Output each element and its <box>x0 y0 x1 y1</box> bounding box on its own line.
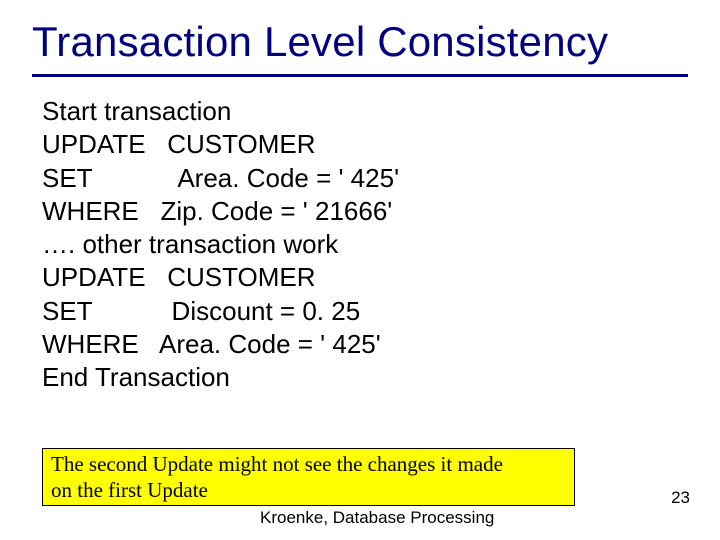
code-line: Start transaction <box>42 95 720 128</box>
code-block: Start transaction UPDATE CUSTOMER SET Ar… <box>0 95 720 394</box>
highlight-text-line: The second Update might not see the chan… <box>51 451 566 477</box>
code-line: SET Discount = 0. 25 <box>42 295 720 328</box>
code-line: WHERE Zip. Code = ' 21666' <box>42 195 720 228</box>
footer-citation: Kroenke, Database Processing <box>260 508 494 528</box>
highlight-text-line: on the first Update <box>51 477 566 503</box>
code-line: UPDATE CUSTOMER <box>42 128 720 161</box>
title-rule <box>32 74 688 77</box>
code-line: WHERE Area. Code = ' 425' <box>42 328 720 361</box>
highlight-callout: The second Update might not see the chan… <box>42 448 575 506</box>
code-line: SET Area. Code = ' 425' <box>42 162 720 195</box>
page-number: 23 <box>671 488 690 508</box>
slide-title: Transaction Level Consistency <box>0 0 720 74</box>
code-line: UPDATE CUSTOMER <box>42 261 720 294</box>
slide: Transaction Level Consistency Start tran… <box>0 0 720 540</box>
code-line: …. other transaction work <box>42 228 720 261</box>
code-line: End Transaction <box>42 361 720 394</box>
